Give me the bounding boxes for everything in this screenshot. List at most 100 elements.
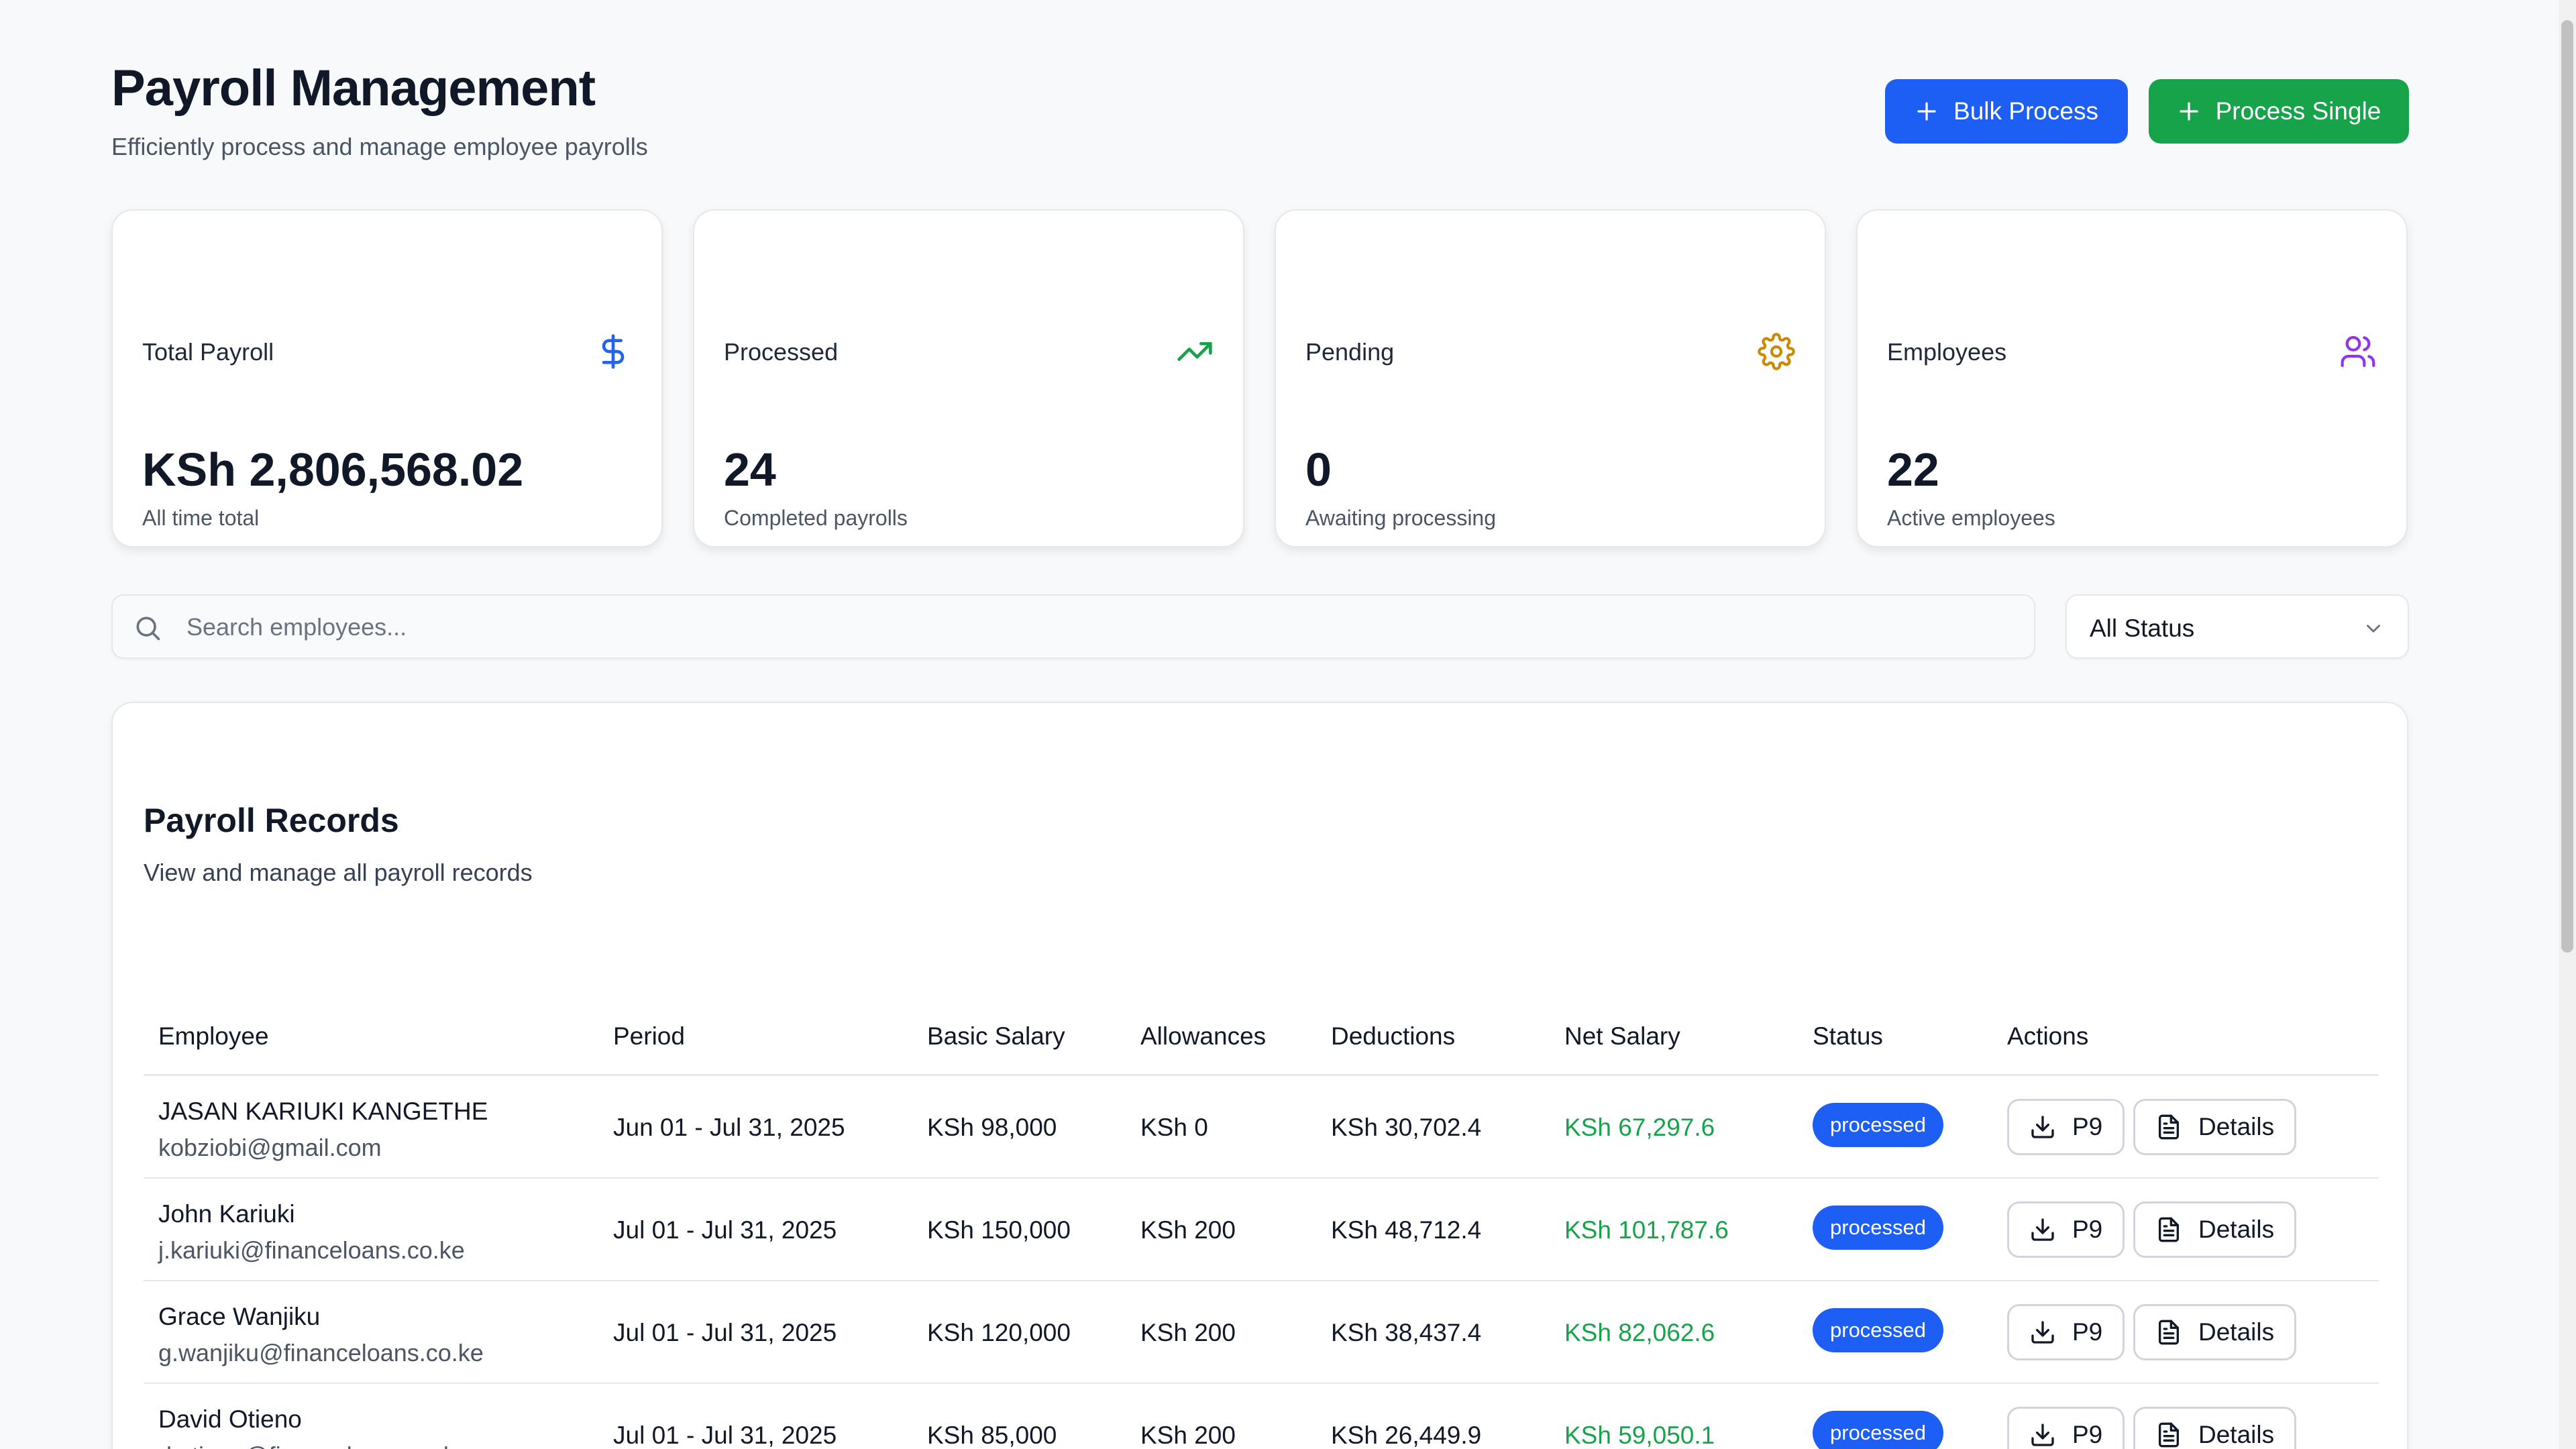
plus-icon [1915, 99, 1939, 123]
table-row: John Kariuki j.kariuki@financeloans.co.k… [144, 1179, 2379, 1281]
records-title: Payroll Records [144, 802, 399, 839]
users-icon [2339, 333, 2377, 370]
dollar-icon [594, 333, 632, 370]
trending-up-icon [1176, 333, 1214, 370]
column-header-employee: Employee [158, 1022, 269, 1050]
column-header-actions: Actions [2007, 1022, 2089, 1050]
stat-label: Employees [1887, 338, 2007, 366]
stat-subtext: Awaiting processing [1305, 506, 1497, 530]
download-icon [2029, 1421, 2056, 1448]
details-button[interactable]: Details [2133, 1304, 2297, 1360]
payroll-records-card: Payroll Records View and manage all payr… [111, 702, 2408, 1449]
allowances-cell: KSh 200 [1140, 1319, 1236, 1346]
payroll-page: Payroll Management Efficiently process a… [111, 54, 2409, 1449]
search-input[interactable] [186, 605, 1998, 649]
column-header-deductions: Deductions [1331, 1022, 1456, 1050]
details-button[interactable]: Details [2133, 1407, 2297, 1449]
stat-label: Processed [724, 338, 839, 366]
p9-label: P9 [2072, 1318, 2103, 1346]
allowances-cell: KSh 200 [1140, 1216, 1236, 1244]
page-header: Payroll Management Efficiently process a… [111, 54, 2409, 174]
net-salary-cell: KSh 101,787.6 [1564, 1216, 1729, 1244]
search-icon [133, 613, 162, 643]
employee-name: Grace Wanjiku [158, 1303, 321, 1330]
file-text-icon [2155, 1114, 2182, 1140]
stat-value: 22 [1887, 443, 1939, 496]
stats-grid: Total Payroll KSh 2,806,568.02 All time … [111, 209, 2408, 547]
period-cell: Jun 01 - Jul 31, 2025 [613, 1114, 845, 1141]
deductions-cell: KSh 48,712.4 [1331, 1216, 1482, 1244]
status-badge: processed [1813, 1308, 1944, 1352]
employee-name: John Kariuki [158, 1200, 295, 1228]
table-row: JASAN KARIUKI KANGETHE kobziobi@gmail.co… [144, 1076, 2379, 1179]
process-single-label: Process Single [2215, 97, 2381, 125]
download-icon [2029, 1216, 2056, 1243]
p9-label: P9 [2072, 1216, 2103, 1243]
payroll-table: Employee Period Basic Salary Allowances … [144, 971, 2379, 1449]
scrollbar-thumb[interactable] [2561, 20, 2573, 953]
gear-icon [1758, 333, 1795, 370]
column-header-allowances: Allowances [1140, 1022, 1267, 1050]
basic-salary-cell: KSh 98,000 [927, 1114, 1057, 1141]
table-row: David Otieno d.otieno@financeloans.co.ke… [144, 1384, 2379, 1449]
status-badge: processed [1813, 1205, 1944, 1250]
p9-label: P9 [2072, 1113, 2103, 1140]
download-icon [2029, 1114, 2056, 1140]
employee-email: kobziobi@gmail.com [158, 1134, 382, 1161]
employee-name: JASAN KARIUKI KANGETHE [158, 1097, 488, 1125]
employee-email: g.wanjiku@financeloans.co.ke [158, 1339, 484, 1366]
details-label: Details [2198, 1318, 2275, 1346]
net-salary-cell: KSh 67,297.6 [1564, 1114, 1715, 1141]
basic-salary-cell: KSh 150,000 [927, 1216, 1071, 1244]
download-p9-button[interactable]: P9 [2007, 1407, 2125, 1449]
period-cell: Jul 01 - Jul 31, 2025 [613, 1216, 837, 1244]
page-title: Payroll Management [111, 60, 596, 117]
details-button[interactable]: Details [2133, 1201, 2297, 1258]
file-text-icon [2155, 1216, 2182, 1243]
deductions-cell: KSh 26,449.9 [1331, 1421, 1482, 1449]
details-label: Details [2198, 1421, 2275, 1448]
stat-card-pending: Pending 0 Awaiting processing [1275, 209, 1826, 547]
net-salary-cell: KSh 59,050.1 [1564, 1421, 1715, 1449]
bulk-process-button[interactable]: Bulk Process [1885, 79, 2128, 144]
employee-email: j.kariuki@financeloans.co.ke [158, 1236, 465, 1264]
table-row: Grace Wanjiku g.wanjiku@financeloans.co.… [144, 1281, 2379, 1384]
basic-salary-cell: KSh 120,000 [927, 1319, 1071, 1346]
file-text-icon [2155, 1319, 2182, 1346]
stat-value: 24 [724, 443, 776, 496]
stat-label: Pending [1305, 338, 1395, 366]
column-header-net-salary: Net Salary [1564, 1022, 1680, 1050]
process-single-button[interactable]: Process Single [2149, 79, 2409, 144]
details-button[interactable]: Details [2133, 1099, 2297, 1155]
download-p9-button[interactable]: P9 [2007, 1201, 2125, 1258]
deductions-cell: KSh 38,437.4 [1331, 1319, 1482, 1346]
status-badge: processed [1813, 1411, 1944, 1449]
stat-value: KSh 2,806,568.02 [142, 443, 524, 496]
employee-name: David Otieno [158, 1405, 302, 1433]
plus-icon [2177, 99, 2201, 123]
download-p9-button[interactable]: P9 [2007, 1304, 2125, 1360]
download-p9-button[interactable]: P9 [2007, 1099, 2125, 1155]
search-box [111, 594, 2035, 659]
employee-email: d.otieno@financeloans.co.ke [158, 1442, 469, 1449]
allowances-cell: KSh 200 [1140, 1421, 1236, 1449]
bulk-process-label: Bulk Process [1953, 97, 2098, 125]
column-header-period: Period [613, 1022, 685, 1050]
file-text-icon [2155, 1421, 2182, 1448]
scrollbar-track[interactable] [2559, 0, 2576, 1449]
period-cell: Jul 01 - Jul 31, 2025 [613, 1319, 837, 1346]
details-label: Details [2198, 1113, 2275, 1140]
net-salary-cell: KSh 82,062.6 [1564, 1319, 1715, 1346]
status-filter-select[interactable]: All Status [2065, 594, 2409, 659]
table-header: Employee Period Basic Salary Allowances … [144, 971, 2379, 1076]
p9-label: P9 [2072, 1421, 2103, 1448]
basic-salary-cell: KSh 85,000 [927, 1421, 1057, 1449]
status-filter-value: All Status [2090, 614, 2195, 642]
stat-card-processed: Processed 24 Completed payrolls [693, 209, 1244, 547]
records-subtitle: View and manage all payroll records [144, 859, 533, 886]
download-icon [2029, 1319, 2056, 1346]
column-header-status: Status [1813, 1022, 1883, 1050]
stat-card-total-payroll: Total Payroll KSh 2,806,568.02 All time … [111, 209, 663, 547]
chevron-down-icon [2362, 617, 2385, 640]
stat-subtext: All time total [142, 506, 260, 530]
